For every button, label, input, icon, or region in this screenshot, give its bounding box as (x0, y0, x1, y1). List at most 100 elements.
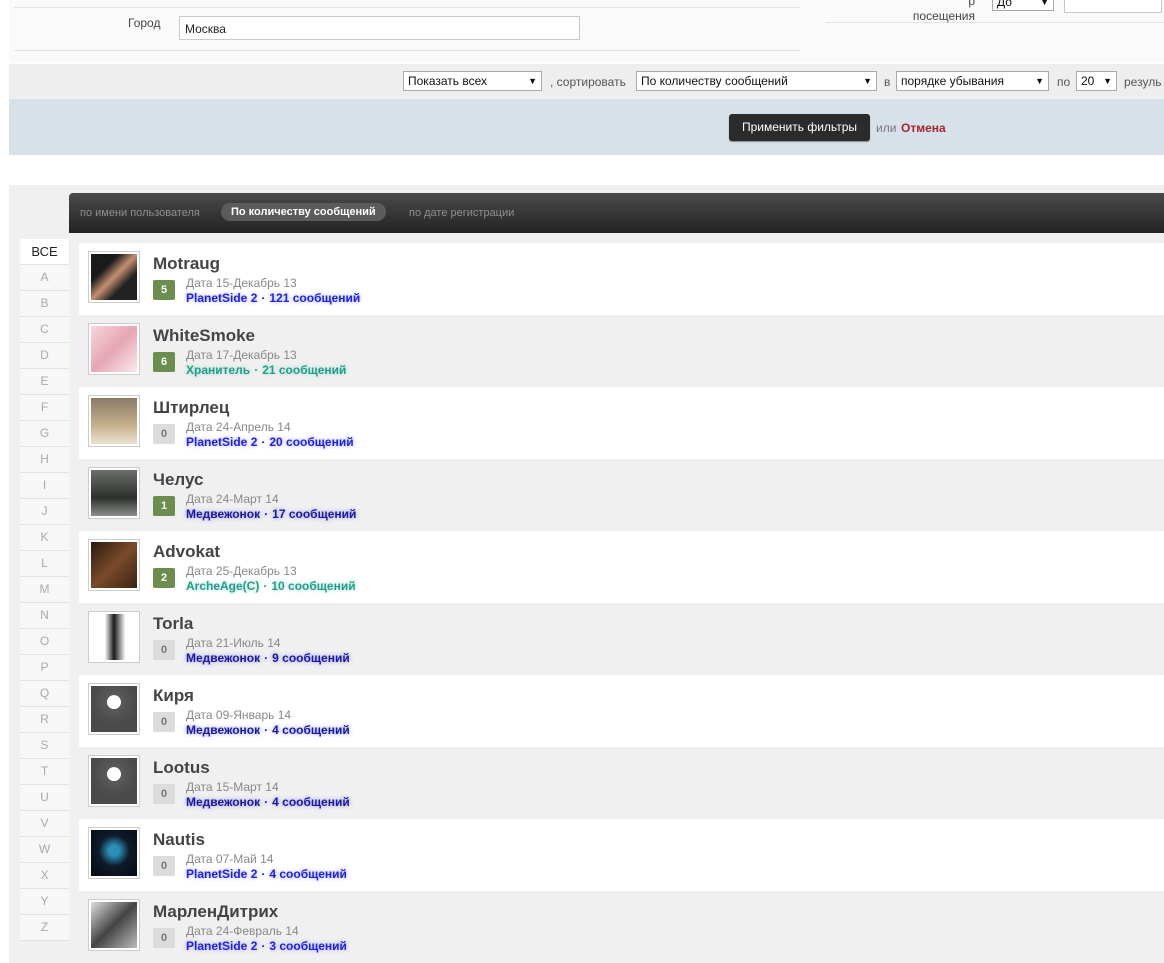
separator: · (263, 579, 268, 593)
avatar-image (91, 614, 137, 660)
divider (14, 7, 800, 8)
tab-by-post-count[interactable]: По количеству сообщений (221, 203, 386, 221)
show-select[interactable]: Показать всех ▼ (403, 71, 542, 91)
avatar-image (91, 902, 137, 948)
group-name: PlanetSide 2 (186, 867, 258, 881)
letter-filter-item[interactable]: G (20, 421, 69, 447)
letter-filter-item[interactable]: N (20, 603, 69, 629)
list-item: Advokat 2 Дата 25-Декабрь 13 ArcheAge(C) · 10… (79, 531, 1164, 603)
avatar-image (91, 686, 137, 732)
letter-filter-item[interactable]: B (20, 291, 69, 317)
letter-filter-item[interactable]: D (20, 343, 69, 369)
group-name: PlanetSide 2 (186, 435, 258, 449)
reputation-badge: 0 (153, 856, 175, 876)
letter-filter-item[interactable]: U (20, 785, 69, 811)
member-group-info: PlanetSide 2 · 4 сообщений (186, 867, 347, 881)
avatar[interactable] (88, 683, 140, 735)
member-name-link[interactable]: Штирлец (153, 398, 229, 418)
divider (826, 22, 1164, 23)
per-page-select[interactable]: 20 ▼ (1076, 71, 1117, 91)
join-date: Дата 21-Июль 14 (186, 636, 281, 650)
or-text: или (876, 121, 897, 135)
letter-filter-item[interactable]: J (20, 499, 69, 525)
member-name-link[interactable]: Advokat (153, 542, 220, 562)
visit-select[interactable]: До ▼ (992, 0, 1054, 11)
avatar[interactable] (88, 611, 140, 663)
letter-filter-item[interactable]: Q (20, 681, 69, 707)
avatar[interactable] (88, 539, 140, 591)
apply-filters-button[interactable]: Применить фильтры (729, 114, 870, 141)
letter-filter-item[interactable]: W (20, 837, 69, 863)
letter-filter-item[interactable]: X (20, 863, 69, 889)
avatar-image (91, 326, 137, 372)
avatar-image (91, 830, 137, 876)
cancel-link[interactable]: Отмена (901, 121, 946, 135)
join-date: Дата 24-Февраль 14 (186, 924, 299, 938)
letter-filter-item[interactable]: H (20, 447, 69, 473)
member-name-link[interactable]: Nautis (153, 830, 205, 850)
letter-filter-item[interactable]: L (20, 551, 69, 577)
letter-filter-item[interactable]: R (20, 707, 69, 733)
letter-filter-item[interactable]: A (20, 265, 69, 291)
per-label: по (1057, 75, 1071, 89)
post-count: 121 сообщений (269, 291, 361, 305)
letter-filter-item[interactable]: F (20, 395, 69, 421)
member-name-link[interactable]: Motraug (153, 254, 220, 274)
member-group-info: ArcheAge(C) · 10 сообщений (186, 579, 356, 593)
avatar[interactable] (88, 467, 140, 519)
in-label: в (884, 75, 891, 89)
avatar[interactable] (88, 827, 140, 879)
tab-by-username[interactable]: по имени пользователя (80, 207, 200, 219)
letter-filter-item[interactable]: K (20, 525, 69, 551)
divider (14, 50, 800, 51)
member-group-info: Хранитель · 21 сообщений (186, 363, 346, 377)
member-name-link[interactable]: МарленДитрих (153, 902, 278, 922)
letter-filter-item[interactable]: I (20, 473, 69, 499)
letter-filter-item[interactable]: Y (20, 889, 69, 915)
avatar[interactable] (88, 899, 140, 951)
avatar[interactable] (88, 251, 140, 303)
avatar[interactable] (88, 755, 140, 807)
letter-filter-item[interactable]: ВСЕ (20, 239, 69, 265)
reputation-badge: 6 (153, 352, 175, 372)
avatar[interactable] (88, 395, 140, 447)
join-date: Дата 24-Апрель 14 (186, 420, 291, 434)
letter-filter-item[interactable]: M (20, 577, 69, 603)
sort-tabs: по имени пользователя По количеству сооб… (69, 193, 1164, 233)
list-item: WhiteSmoke 6 Дата 17-Декабрь 13 Хранитель · 2… (79, 315, 1164, 387)
list-item: Lootus 0 Дата 15-Март 14 Медвежонок · 4 сообщ… (79, 747, 1164, 819)
sort-select[interactable]: По количеству сообщений ▼ (636, 71, 877, 91)
separator: · (261, 435, 266, 449)
letter-filter-item[interactable]: C (20, 317, 69, 343)
separator: · (261, 291, 266, 305)
letter-filter-item[interactable]: V (20, 811, 69, 837)
list-item: Штирлец 0 Дата 24-Апрель 14 PlanetSide 2 · 20… (79, 387, 1164, 459)
list-item: Nautis 0 Дата 07-Май 14 PlanetSide 2 · 4 сооб… (79, 819, 1164, 891)
separator: · (261, 939, 266, 953)
member-group-info: Медвежонок · 4 сообщений (186, 723, 350, 737)
city-input[interactable]: Москва (179, 16, 580, 40)
letter-filter-item[interactable]: Z (20, 915, 69, 941)
post-count: 4 сообщений (272, 795, 350, 809)
letter-filter-item[interactable]: E (20, 369, 69, 395)
separator: · (264, 651, 269, 665)
member-name-link[interactable]: WhiteSmoke (153, 326, 255, 346)
group-name: Медвежонок (186, 723, 261, 737)
member-name-link[interactable]: Lootus (153, 758, 210, 778)
group-name: Хранитель (186, 363, 251, 377)
group-name: PlanetSide 2 (186, 939, 258, 953)
letter-filter-item[interactable]: P (20, 655, 69, 681)
avatar[interactable] (88, 323, 140, 375)
post-count: 4 сообщений (269, 867, 347, 881)
reputation-badge: 0 (153, 784, 175, 804)
member-name-link[interactable]: Киря (153, 686, 194, 706)
post-count: 21 сообщений (262, 363, 347, 377)
order-select[interactable]: порядке убывания ▼ (896, 71, 1049, 91)
visit-date-input[interactable] (1064, 0, 1162, 13)
tab-by-join-date[interactable]: по дате регистрации (409, 207, 514, 219)
letter-filter-item[interactable]: T (20, 759, 69, 785)
letter-filter-item[interactable]: S (20, 733, 69, 759)
letter-filter-item[interactable]: O (20, 629, 69, 655)
member-name-link[interactable]: Torla (153, 614, 193, 634)
member-name-link[interactable]: Челус (153, 470, 203, 490)
